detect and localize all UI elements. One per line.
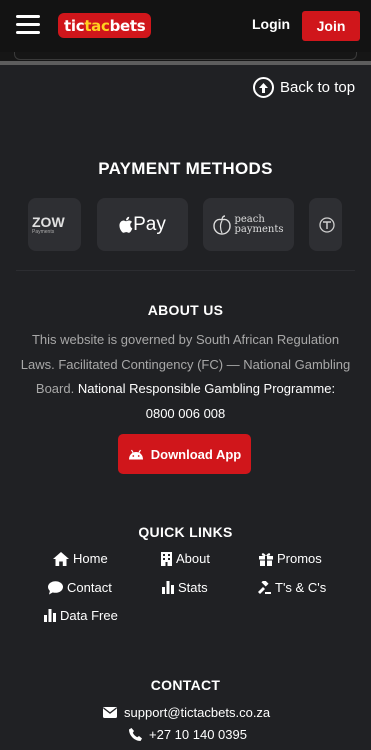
contact-email: support@tictacbets.co.za (124, 705, 271, 720)
partial-payment-logo-icon (319, 216, 335, 233)
bar-chart-icon (162, 581, 174, 594)
gift-icon (259, 552, 273, 566)
responsible-gambling-text: National Responsible Gambling Programme:… (77, 381, 336, 421)
ozow-logo-text: ZOW (32, 213, 65, 230)
gavel-icon (258, 580, 271, 594)
arrow-up-circle-icon (253, 77, 274, 98)
content-strip-border (14, 52, 357, 60)
phone-icon (129, 728, 142, 741)
back-to-top-label: Back to top (280, 79, 356, 96)
quick-link-stats[interactable]: Stats (162, 580, 208, 595)
apple-pay-card: Pay (97, 198, 188, 251)
payment-methods-title: PAYMENT METHODS (98, 159, 273, 178)
quick-link-stats-label: Stats (178, 580, 208, 595)
peach-icon (213, 214, 232, 235)
back-to-top-button[interactable]: Back to top (253, 77, 355, 98)
about-us-text: This website is governed by South Africa… (20, 328, 351, 426)
download-app-label: Download App (150, 446, 242, 462)
peach-payments-card: peach payments (203, 198, 294, 251)
quick-link-about[interactable]: About (161, 551, 210, 566)
contact-phone-link[interactable]: +27 10 140 0395 (129, 727, 247, 742)
quick-link-data-free[interactable]: Data Free (44, 608, 118, 623)
quick-link-terms-label: T's & C's (275, 580, 327, 595)
divider-bar (0, 61, 371, 65)
hamburger-menu-icon[interactable] (16, 15, 40, 35)
apple-icon (119, 216, 133, 233)
contact-email-link[interactable]: support@tictacbets.co.za (103, 705, 270, 720)
peach-label-line2: payments (234, 223, 284, 235)
contact-phone: +27 10 140 0395 (149, 727, 247, 742)
tictacbets-logo[interactable]: tic tac bets (58, 13, 152, 38)
top-navbar: tic tac bets Login Join (0, 0, 371, 52)
payment-logo-card-partial (309, 198, 342, 251)
quick-link-promos[interactable]: Promos (259, 551, 322, 566)
chat-icon (48, 580, 63, 594)
quick-link-about-label: About (176, 551, 210, 566)
envelope-icon (103, 707, 117, 718)
quick-link-contact-label: Contact (67, 580, 112, 595)
quick-link-home-label: Home (73, 551, 108, 566)
quick-link-contact[interactable]: Contact (48, 580, 112, 595)
section-divider (16, 270, 355, 271)
ozow-logo-card: ZOW Payments (28, 198, 81, 251)
quick-link-data-free-label: Data Free (60, 608, 118, 623)
quick-link-promos-label: Promos (277, 551, 322, 566)
contact-title: CONTACT (150, 677, 221, 693)
home-icon (53, 551, 69, 566)
bar-chart-icon (44, 609, 56, 622)
building-icon (161, 551, 172, 566)
login-link[interactable]: Login (252, 16, 290, 32)
apple-pay-label: Pay (133, 213, 166, 235)
android-icon (128, 449, 143, 459)
join-button[interactable]: Join (302, 11, 360, 41)
download-app-button[interactable]: Download App (118, 434, 251, 474)
about-us-title: ABOUT US (147, 302, 224, 318)
quick-link-terms[interactable]: T's & C's (257, 580, 326, 595)
peach-label-line1: peach (234, 213, 265, 225)
quick-link-home[interactable]: Home (53, 551, 108, 566)
quick-links-title: QUICK LINKS (138, 524, 233, 540)
